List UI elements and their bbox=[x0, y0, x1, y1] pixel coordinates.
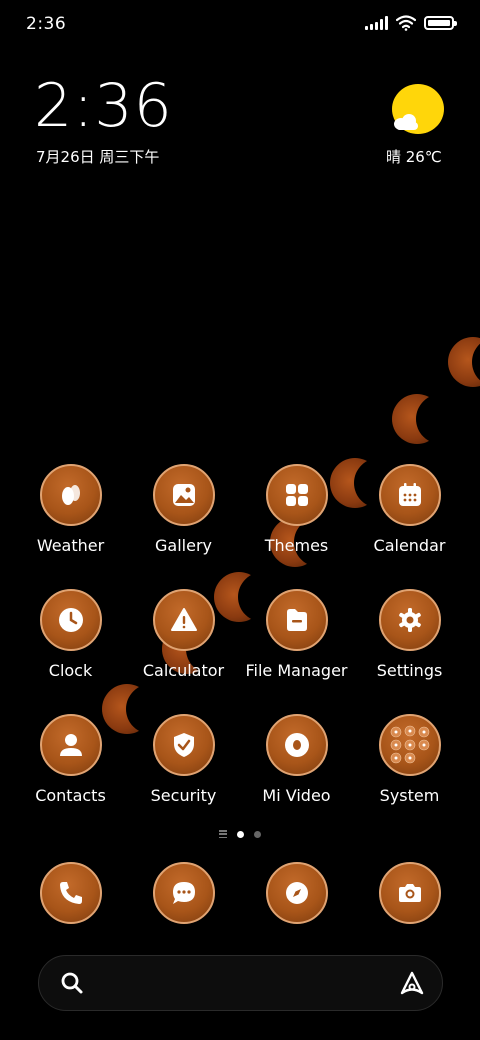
messages-icon[interactable] bbox=[153, 862, 215, 924]
app-label: Contacts bbox=[35, 786, 106, 805]
weather-widget-text[interactable]: 晴 26℃ bbox=[386, 146, 442, 167]
app-gallery[interactable]: Gallery bbox=[127, 464, 240, 555]
security-icon bbox=[152, 714, 215, 776]
app-system-folder[interactable]: System bbox=[353, 714, 466, 805]
settings-icon bbox=[378, 589, 441, 651]
wallpaper-moon bbox=[392, 394, 442, 444]
app-file-manager[interactable]: File Manager bbox=[240, 589, 353, 680]
calendar-icon bbox=[378, 464, 441, 526]
app-label: File Manager bbox=[245, 661, 348, 680]
app-label: System bbox=[379, 786, 440, 805]
app-label: Weather bbox=[36, 536, 105, 555]
file-manager-icon bbox=[265, 589, 328, 651]
app-label: Calendar bbox=[373, 536, 446, 555]
app-label: Clock bbox=[48, 661, 93, 680]
folder-icon bbox=[378, 714, 441, 776]
app-calculator[interactable]: Calculator bbox=[127, 589, 240, 680]
clock-icon bbox=[39, 589, 102, 651]
status-bar: 2:36 bbox=[0, 0, 480, 50]
status-icons bbox=[365, 15, 457, 31]
app-label: Themes bbox=[264, 536, 329, 555]
search-bar[interactable] bbox=[38, 955, 443, 1011]
app-drawer-indicator-icon[interactable] bbox=[219, 830, 227, 838]
app-contacts[interactable]: Contacts bbox=[14, 714, 127, 805]
assistant-icon[interactable] bbox=[398, 970, 426, 998]
phone-icon[interactable] bbox=[40, 862, 102, 924]
app-label: Settings bbox=[376, 661, 443, 680]
weather-icon bbox=[39, 464, 102, 526]
status-time: 2:36 bbox=[26, 14, 67, 34]
page-indicator[interactable] bbox=[0, 830, 480, 838]
app-clock[interactable]: Clock bbox=[14, 589, 127, 680]
clock-widget-date[interactable]: 7月26日 周三下午 bbox=[36, 146, 159, 167]
app-security[interactable]: Security bbox=[127, 714, 240, 805]
app-mi-video[interactable]: Mi Video bbox=[240, 714, 353, 805]
app-label: Mi Video bbox=[262, 786, 331, 805]
calculator-icon bbox=[152, 589, 215, 651]
themes-icon bbox=[265, 464, 328, 526]
camera-icon[interactable] bbox=[379, 862, 441, 924]
signal-icon bbox=[365, 16, 388, 30]
page-dot[interactable] bbox=[254, 830, 261, 838]
contacts-icon bbox=[39, 714, 102, 776]
app-calendar[interactable]: Calendar bbox=[353, 464, 466, 555]
wifi-icon bbox=[396, 15, 416, 31]
wallpaper-moon bbox=[448, 337, 480, 387]
page-dot-active[interactable] bbox=[237, 830, 244, 838]
cloud-icon bbox=[392, 114, 420, 130]
browser-icon[interactable] bbox=[266, 862, 328, 924]
app-label: Gallery bbox=[155, 536, 212, 555]
app-themes[interactable]: Themes bbox=[240, 464, 353, 555]
clock-widget-time[interactable]: 2:36 bbox=[34, 76, 173, 136]
mi-video-icon bbox=[265, 714, 328, 776]
app-weather[interactable]: Weather bbox=[14, 464, 127, 555]
app-label: Calculator bbox=[142, 661, 225, 680]
battery-icon bbox=[424, 16, 457, 30]
app-settings[interactable]: Settings bbox=[353, 589, 466, 680]
search-icon[interactable] bbox=[59, 970, 85, 996]
gallery-icon bbox=[152, 464, 215, 526]
app-label: Security bbox=[150, 786, 217, 805]
